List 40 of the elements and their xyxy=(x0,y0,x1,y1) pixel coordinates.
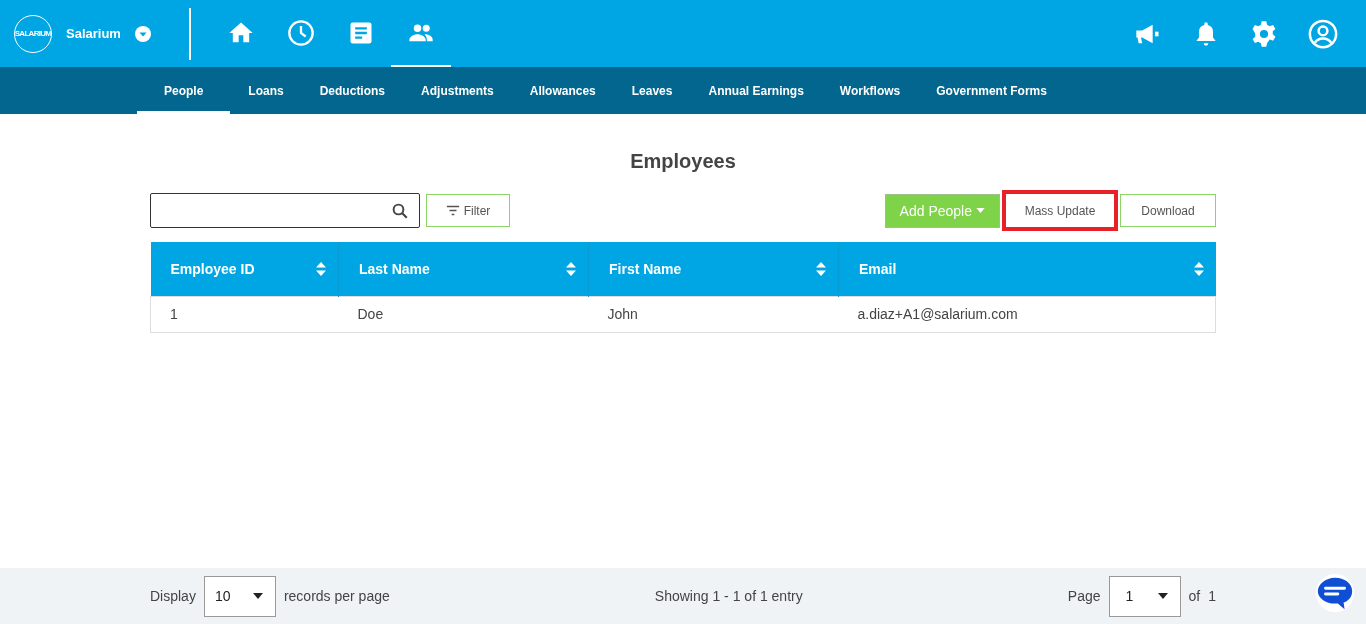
nav-tab[interactable]: Annual Earnings xyxy=(690,67,822,114)
page-title: Employees xyxy=(629,150,737,173)
display-label: Display xyxy=(150,588,196,604)
sort-icon xyxy=(1193,261,1204,276)
settings-icon[interactable] xyxy=(1250,19,1278,48)
nav-tab[interactable]: People xyxy=(137,67,231,114)
nav-tab[interactable]: Loans xyxy=(230,67,302,114)
nav-tab[interactable]: Workflows xyxy=(821,67,919,114)
table-cell: a.diaz+A1@salarium.com xyxy=(838,296,1216,332)
company-name: Salarium xyxy=(66,26,121,41)
entry-count-text: Showing 1 - 1 of 1 entry xyxy=(653,588,804,604)
user-account-icon[interactable] xyxy=(1308,18,1338,49)
table-cell: John xyxy=(588,296,839,332)
caret-icon xyxy=(252,593,263,599)
sort-icon xyxy=(566,261,576,276)
nav-tab[interactable]: Allowances xyxy=(511,67,614,114)
nav-tab[interactable]: Adjustments xyxy=(403,67,512,114)
page-label: Page xyxy=(1067,588,1101,604)
filter-icon xyxy=(445,205,460,216)
filter-button[interactable]: Filter xyxy=(426,194,510,227)
table-cell: Doe xyxy=(338,296,589,332)
total-pages: 1 xyxy=(1208,588,1216,604)
caret-icon xyxy=(1157,593,1168,599)
nav-tab[interactable]: Deductions xyxy=(301,67,404,114)
sort-icon xyxy=(816,261,826,276)
search-field[interactable] xyxy=(150,193,420,228)
per-page-label: records per page xyxy=(283,588,390,604)
toolbar-button[interactable]: Download xyxy=(1120,194,1216,227)
search-icon xyxy=(391,201,409,220)
page-select[interactable]: 1 xyxy=(1108,575,1181,617)
dropdown-icon[interactable] xyxy=(134,25,151,42)
of-label: of xyxy=(1188,588,1201,604)
chat-icon[interactable] xyxy=(1314,573,1356,615)
table-cell: 1 xyxy=(150,296,339,332)
toolbar-button[interactable]: Mass Update xyxy=(1002,190,1118,231)
nav-tab[interactable]: Leaves xyxy=(613,67,691,114)
caret-icon xyxy=(976,208,985,213)
nav-tab[interactable]: Government Forms xyxy=(918,67,1065,114)
sort-icon xyxy=(316,261,326,276)
page-size-select[interactable]: 10 xyxy=(203,575,276,617)
